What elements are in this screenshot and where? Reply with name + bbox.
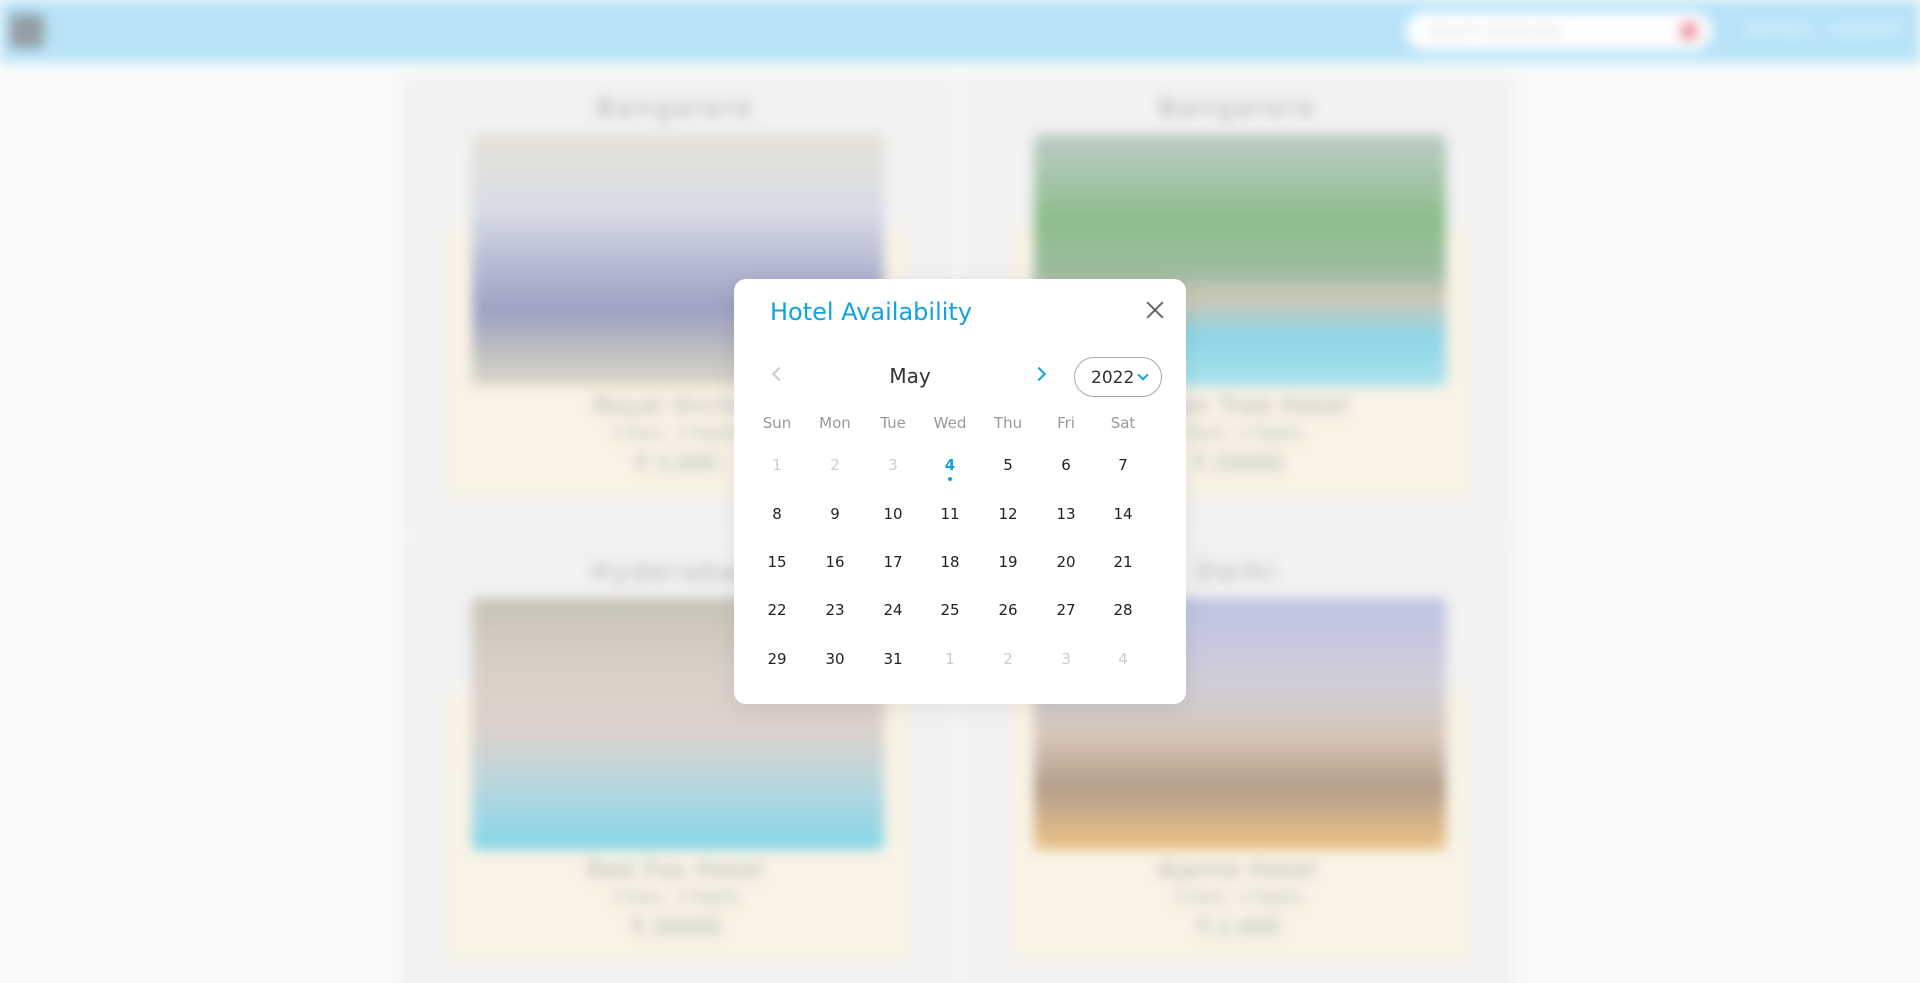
- calendar-day: 3: [888, 456, 898, 474]
- calendar-day[interactable]: 23: [806, 592, 864, 628]
- modal-title: Hotel Availability: [770, 298, 973, 326]
- year-select[interactable]: 2022: [1074, 357, 1162, 397]
- next-month-button[interactable]: [1031, 365, 1052, 385]
- calendar-day: 1: [945, 650, 955, 668]
- weekday-sun: Sun: [762, 414, 792, 432]
- calendar-day[interactable]: 28: [1094, 592, 1152, 628]
- calendar-day[interactable]: 24: [864, 592, 922, 628]
- calendar-day[interactable]: 10: [864, 496, 922, 532]
- chevron-right-icon: [1031, 366, 1047, 382]
- calendar-day[interactable]: 8: [748, 496, 806, 532]
- availability-modal: Hotel Availability May 2022 Sun Mon Tue …: [734, 279, 1186, 704]
- weekday-wed: Wed: [933, 414, 967, 432]
- calendar-day[interactable]: 9: [806, 496, 864, 532]
- calendar-day[interactable]: 22: [748, 592, 806, 628]
- calendar-day: 1: [772, 456, 782, 474]
- month-label: May: [889, 364, 931, 388]
- calendar-day[interactable]: 11: [921, 496, 979, 532]
- weekday-tue: Tue: [880, 414, 906, 432]
- calendar-day: 2: [1003, 650, 1013, 668]
- calendar-day[interactable]: 13: [1037, 496, 1095, 532]
- calendar-day[interactable]: 5: [979, 447, 1037, 483]
- calendar-day[interactable]: 29: [748, 641, 806, 677]
- calendar-day[interactable]: 27: [1037, 592, 1095, 628]
- calendar-day[interactable]: 20: [1037, 544, 1095, 580]
- calendar-day[interactable]: 18: [921, 544, 979, 580]
- calendar-day[interactable]: 19: [979, 544, 1037, 580]
- calendar-day[interactable]: 21: [1094, 544, 1152, 580]
- calendar-day[interactable]: 7: [1094, 447, 1152, 483]
- calendar-day: 3: [1061, 650, 1071, 668]
- weekday-fri: Fri: [1057, 414, 1075, 432]
- chevron-down-icon: [1137, 369, 1149, 381]
- year-value: 2022: [1091, 368, 1135, 388]
- calendar-day-today[interactable]: 4: [921, 447, 979, 483]
- calendar-day[interactable]: 25: [921, 592, 979, 628]
- weekday-sat: Sat: [1110, 414, 1136, 432]
- calendar-day[interactable]: 6: [1037, 447, 1095, 483]
- calendar-day[interactable]: 15: [748, 544, 806, 580]
- calendar-day[interactable]: 12: [979, 496, 1037, 532]
- chevron-left-icon: [771, 366, 787, 382]
- calendar-day[interactable]: 14: [1094, 496, 1152, 532]
- calendar-day[interactable]: 26: [979, 592, 1037, 628]
- calendar-day: 2: [830, 456, 840, 474]
- calendar-day[interactable]: 17: [864, 544, 922, 580]
- prev-month-button[interactable]: [768, 365, 788, 385]
- weekday-thu: Thu: [993, 414, 1023, 432]
- calendar-day[interactable]: 30: [806, 641, 864, 677]
- calendar-day: 4: [1118, 650, 1128, 668]
- calendar-day[interactable]: 16: [806, 544, 864, 580]
- close-icon[interactable]: [1142, 297, 1168, 323]
- calendar-day[interactable]: 31: [864, 641, 922, 677]
- weekday-mon: Mon: [819, 414, 851, 432]
